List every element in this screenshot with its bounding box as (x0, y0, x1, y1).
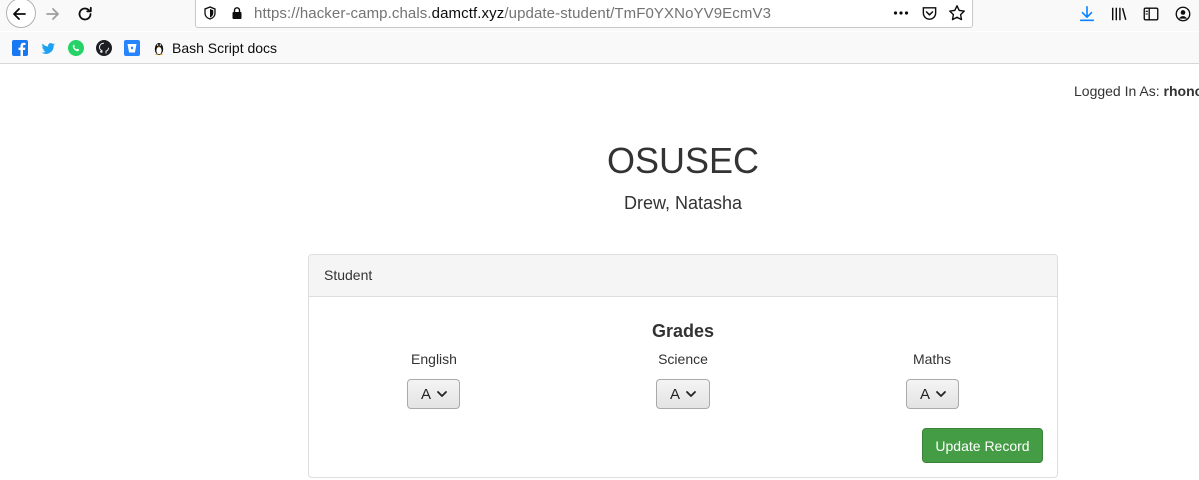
subject-label-english: English (411, 351, 457, 367)
url-bar[interactable]: https://hacker-camp.chals.damctf.xyz/upd… (195, 0, 973, 28)
update-record-button[interactable]: Update Record (922, 428, 1043, 463)
subject-label-maths: Maths (912, 351, 952, 367)
tux-linux-icon[interactable] (151, 40, 167, 56)
grades-heading: Grades (651, 321, 715, 341)
sidebar-icon[interactable] (1141, 4, 1161, 24)
bookmark-bash-script-docs[interactable]: Bash Script docs (172, 40, 277, 56)
english-grade-value: A (421, 385, 432, 403)
forward-arrow-icon (46, 8, 59, 20)
downloads-icon[interactable] (1077, 4, 1097, 24)
lock-icon[interactable] (230, 6, 244, 20)
url-path: /update-student/TmF0YXNoYV9EcmV3 (504, 5, 772, 22)
bookmarks-bar: Bash Script docs (0, 32, 1199, 64)
url-actions (892, 4, 966, 22)
student-name: Drew, Natasha (623, 193, 743, 213)
back-arrow-icon (13, 8, 26, 20)
tracking-shield-icon[interactable] (203, 6, 217, 20)
page-title: OSUSEC (606, 140, 760, 181)
url-text[interactable]: https://hacker-camp.chals.damctf.xyz/upd… (254, 5, 771, 22)
reload-button[interactable] (70, 0, 100, 28)
bitbucket-icon[interactable] (124, 40, 140, 56)
chevron-down-icon (935, 388, 947, 400)
chevron-down-icon (436, 388, 448, 400)
english-grade-select[interactable]: A (407, 379, 460, 409)
facebook-icon[interactable] (12, 40, 28, 56)
toolbar-right-tools (1077, 4, 1193, 24)
url-domain: damctf.xyz (431, 5, 505, 22)
url-prefix: https://hacker-camp.chals. (254, 5, 432, 22)
chevron-down-icon (685, 388, 697, 400)
panel-heading: Student (309, 255, 1057, 297)
student-panel: Student Grades English Science Maths A A… (308, 254, 1058, 478)
account-icon[interactable] (1173, 4, 1193, 24)
browser-toolbar: https://hacker-camp.chals.damctf.xyz/upd… (0, 0, 1199, 31)
page-actions-menu-icon[interactable] (892, 4, 910, 22)
reload-icon (78, 6, 92, 21)
whatsapp-icon[interactable] (68, 40, 84, 56)
forward-button[interactable] (38, 0, 68, 28)
back-button[interactable] (4, 0, 36, 28)
github-icon[interactable] (96, 40, 112, 56)
library-icon[interactable] (1109, 4, 1129, 24)
twitter-icon[interactable] (40, 40, 56, 56)
bookmark-star-icon[interactable] (948, 4, 966, 22)
pocket-icon[interactable] (920, 4, 938, 22)
logged-in-indicator: Logged In As: rhonc (1074, 83, 1199, 99)
subject-label-science: Science (658, 351, 708, 367)
maths-grade-value: A (920, 385, 931, 403)
logged-in-label: Logged In As: (1074, 83, 1160, 99)
logged-in-username: rhonc (1163, 83, 1199, 99)
science-grade-value: A (670, 385, 681, 403)
maths-grade-select[interactable]: A (906, 379, 959, 409)
science-grade-select[interactable]: A (656, 379, 710, 409)
